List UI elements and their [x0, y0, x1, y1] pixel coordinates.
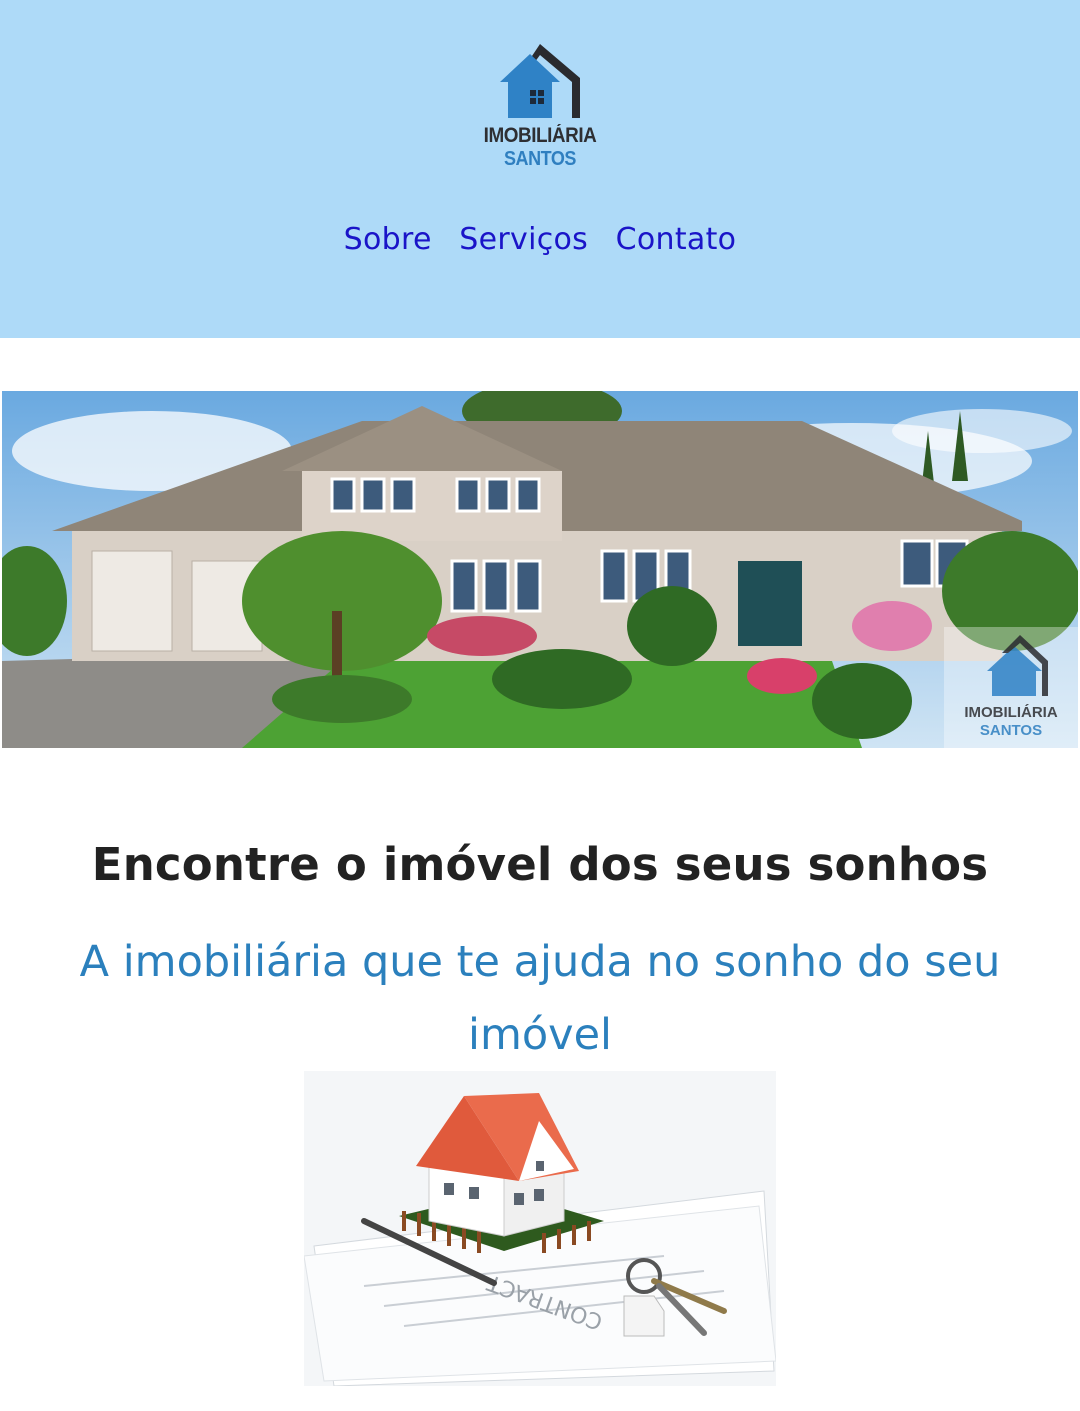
page-subheadline: A imobiliária que te ajuda no sonho do s…	[79, 937, 1001, 1060]
page-headline: Encontre o imóvel dos seus sonhos	[91, 838, 989, 891]
contract-house-image: CONTRACT	[304, 1071, 776, 1386]
brand-name-line1: IMOBILIÁRIA	[483, 124, 597, 147]
brand-logo[interactable]: IMOBILIÁRIA SANTOS	[470, 38, 610, 178]
house-logo-icon	[500, 44, 580, 118]
site-header: IMOBILIÁRIA SANTOS Sobre Serviços Contat…	[0, 0, 1080, 338]
nav-link-sobre[interactable]: Sobre	[344, 222, 432, 257]
hero-house-image: IMOBILIÁRIA SANTOS	[2, 391, 1078, 748]
watermark-text-1: IMOBILIÁRIA	[964, 704, 1057, 721]
nav-link-contato[interactable]: Contato	[616, 222, 737, 257]
brand-name-line2: SANTOS	[504, 148, 576, 170]
nav-link-servicos[interactable]: Serviços	[459, 222, 588, 257]
main-nav: Sobre Serviços Contato	[0, 222, 1080, 257]
watermark-text-2: SANTOS	[980, 722, 1042, 739]
